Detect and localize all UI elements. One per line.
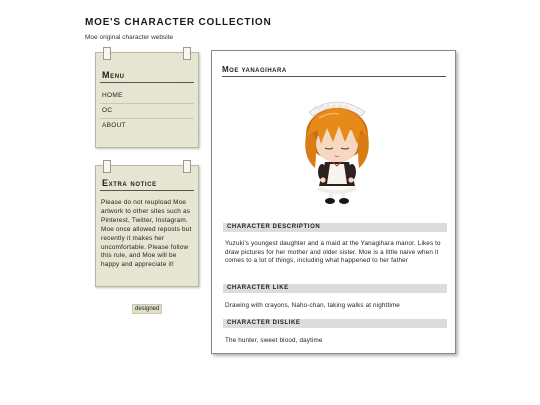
menu-panel: Menu HOME OC ABOUT xyxy=(95,47,199,148)
extra-notice-title: Extra notice xyxy=(100,178,194,191)
pin-tab xyxy=(183,47,191,60)
section-body-like: Drawing with crayons, Naho-chan, taking … xyxy=(225,302,400,309)
pin-tab xyxy=(103,160,111,173)
character-portrait xyxy=(305,101,369,204)
section-heading-dislike: CHARACTER DISLIKE xyxy=(223,319,447,328)
menu-item-oc[interactable]: OC xyxy=(100,104,194,119)
menu-list: HOME OC ABOUT xyxy=(100,89,194,133)
section-body-description: Yuzuki's youngest daughter and a maid at… xyxy=(225,240,441,265)
character-panel: Moe yanagihara CHARACTER DESCRIPTION Yuz… xyxy=(211,50,456,354)
section-heading-description: CHARACTER DESCRIPTION xyxy=(223,223,447,232)
site-subtitle: Moe original character website xyxy=(85,34,174,41)
designer-credit-link[interactable]: designed xyxy=(132,304,163,314)
menu-title: Menu xyxy=(100,70,194,83)
menu-item-home[interactable]: HOME xyxy=(100,89,194,104)
pin-tab xyxy=(103,47,111,60)
character-name: Moe yanagihara xyxy=(222,65,446,77)
section-body-dislike: The hunter, sweet blood, daytime xyxy=(225,337,323,344)
section-heading-like: CHARACTER LIKE xyxy=(223,284,447,293)
site-title: MOE'S CHARACTER COLLECTION xyxy=(85,17,272,28)
pin-tab xyxy=(183,160,191,173)
extra-notice-panel: Extra notice Please do not reupload Moe … xyxy=(95,160,199,287)
extra-notice-text: Please do not reupload Moe artwork to ot… xyxy=(101,199,192,269)
menu-item-about[interactable]: ABOUT xyxy=(100,119,194,133)
